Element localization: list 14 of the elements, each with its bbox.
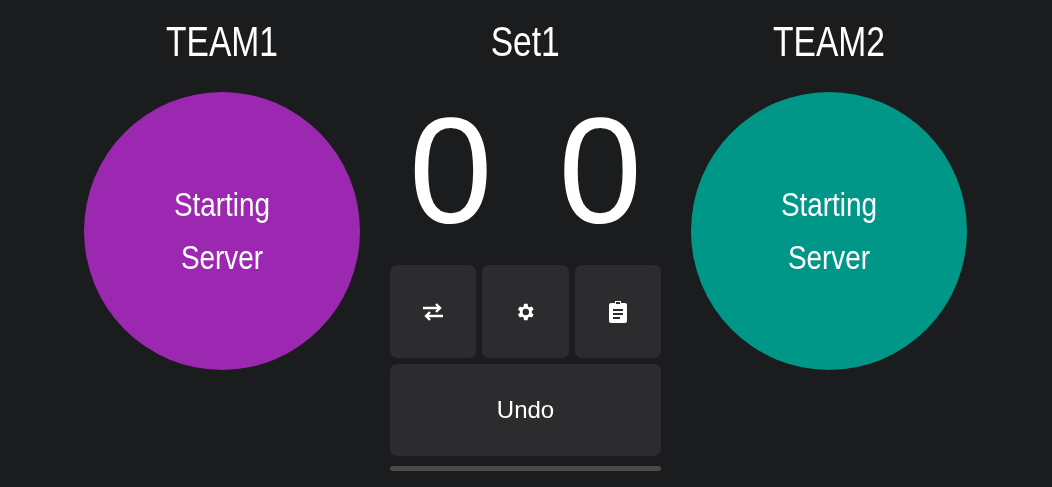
team-serve-button[interactable]: Starting Server [84,92,360,370]
team-name: TEAM2 [773,17,885,67]
settings-button[interactable] [482,265,569,358]
set-label: Set1 [490,17,561,67]
team-name: TEAM1 [166,17,278,67]
swap-arrows-icon [421,301,446,322]
undo-button[interactable]: Undo [390,364,661,456]
team-score: 0 [409,86,493,257]
clipboard-icon [607,299,628,324]
clipboard-button[interactable] [574,265,661,358]
team-serve-button[interactable]: Starting Server [691,92,967,370]
swap-button[interactable] [390,265,477,358]
scroll-handle[interactable] [390,466,661,471]
team-score: 0 [558,86,642,257]
